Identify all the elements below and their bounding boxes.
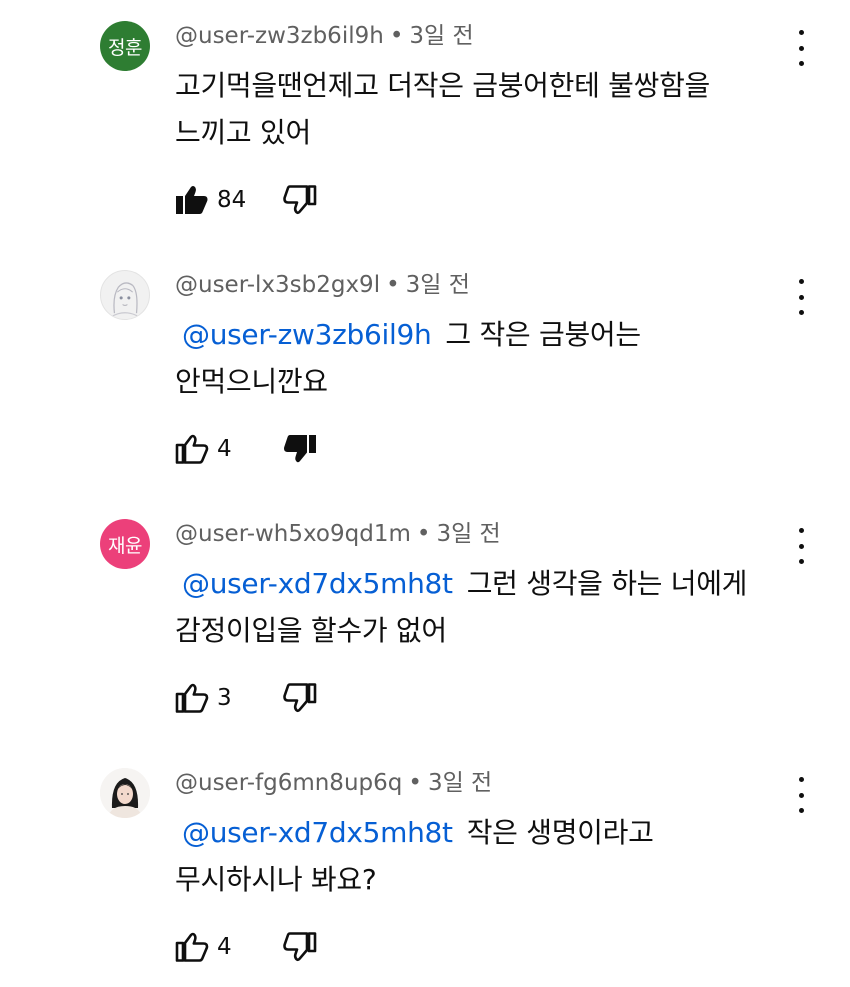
comment-line: 고기먹을땐언제고 더작은 금붕어한테 불쌍함을 bbox=[175, 69, 711, 102]
comment-line-text: 작은 생명이라고 bbox=[466, 816, 654, 849]
comment-line: 감정이입을 할수가 없어 bbox=[175, 614, 447, 647]
dislike-button[interactable] bbox=[283, 185, 317, 215]
comment-line: 안먹으니깐요 bbox=[175, 365, 328, 398]
mention-link[interactable]: @user-xd7dx5mh8t bbox=[182, 816, 453, 849]
like-button[interactable]: 4 bbox=[175, 932, 279, 962]
comment-text: 고기먹을땐언제고 더작은 금붕어한테 불쌍함을 느끼고 있어 bbox=[175, 62, 795, 156]
more-options-icon[interactable] bbox=[788, 777, 814, 813]
dislike-button[interactable] bbox=[283, 434, 317, 464]
like-button[interactable]: 84 bbox=[175, 185, 279, 215]
thumbs-down-icon bbox=[283, 932, 317, 962]
thumbs-down-filled-icon bbox=[284, 435, 316, 463]
comment-actions: 84 bbox=[175, 180, 317, 220]
comment-time[interactable]: 3일 전 bbox=[428, 770, 492, 796]
like-button[interactable]: 4 bbox=[175, 434, 279, 464]
thumbs-down-icon bbox=[283, 683, 317, 713]
comment-meta: @user-wh5xo9qd1m • 3일 전 bbox=[175, 518, 501, 550]
comment-line: @user-xd7dx5mh8t 작은 생명이라고 bbox=[175, 809, 795, 856]
thumbs-up-filled-icon bbox=[176, 186, 208, 214]
mention-link[interactable]: @user-xd7dx5mh8t bbox=[182, 567, 453, 600]
comment-actions: 3 bbox=[175, 678, 317, 718]
comment-author[interactable]: @user-wh5xo9qd1m bbox=[175, 521, 411, 547]
comment-line-text: 그 작은 금붕어는 bbox=[445, 318, 641, 351]
comment-text: @user-xd7dx5mh8t 그런 생각을 하는 너에게 감정이입을 할수가 … bbox=[175, 560, 795, 654]
comment-line-text: 그런 생각을 하는 너에게 bbox=[466, 567, 748, 600]
comment-meta: @user-zw3zb6il9h • 3일 전 bbox=[175, 20, 474, 52]
comment-line: 무시하시나 봐요? bbox=[175, 863, 377, 896]
comment-author[interactable]: @user-lx3sb2gx9l bbox=[175, 272, 380, 298]
photo-avatar-icon bbox=[100, 768, 150, 818]
comment-item: 정훈 @user-zw3zb6il9h • 3일 전 고기먹을땐언제고 더작은 금붕… bbox=[0, 0, 850, 240]
sketch-avatar-icon bbox=[110, 282, 140, 318]
more-options-icon[interactable] bbox=[788, 30, 814, 66]
comment-meta: @user-fg6mn8up6q • 3일 전 bbox=[175, 767, 492, 799]
like-count: 4 bbox=[217, 436, 232, 462]
comment-actions: 4 bbox=[175, 429, 317, 469]
comment-line: @user-xd7dx5mh8t 그런 생각을 하는 너에게 bbox=[175, 560, 795, 607]
comment-time[interactable]: 3일 전 bbox=[406, 272, 470, 298]
separator-dot: • bbox=[408, 770, 422, 796]
like-count: 84 bbox=[217, 187, 247, 213]
comment-author[interactable]: @user-zw3zb6il9h bbox=[175, 23, 384, 49]
avatar[interactable]: 정훈 bbox=[100, 21, 150, 71]
avatar[interactable] bbox=[100, 768, 150, 818]
comment-time[interactable]: 3일 전 bbox=[409, 23, 473, 49]
thumbs-up-icon bbox=[175, 434, 209, 464]
comment-item: @user-fg6mn8up6q • 3일 전 @user-xd7dx5mh8t 작은… bbox=[0, 747, 850, 987]
mention-link[interactable]: @user-zw3zb6il9h bbox=[182, 318, 432, 351]
like-button[interactable]: 3 bbox=[175, 683, 279, 713]
comment-meta: @user-lx3sb2gx9l • 3일 전 bbox=[175, 269, 470, 301]
comment-line: 느끼고 있어 bbox=[175, 116, 311, 149]
more-options-icon[interactable] bbox=[788, 279, 814, 315]
avatar-initials: 정훈 bbox=[108, 36, 142, 59]
avatar[interactable]: 재윤 bbox=[100, 519, 150, 569]
comment-time[interactable]: 3일 전 bbox=[436, 521, 500, 547]
separator-dot: • bbox=[416, 521, 431, 547]
comment-item: @user-lx3sb2gx9l • 3일 전 @user-zw3zb6il9h 그 … bbox=[0, 249, 850, 489]
dislike-button[interactable] bbox=[283, 683, 317, 713]
comment-item: 재윤 @user-wh5xo9qd1m • 3일 전 @user-xd7dx5mh8… bbox=[0, 498, 850, 738]
like-count: 4 bbox=[217, 934, 232, 960]
like-count: 3 bbox=[217, 685, 232, 711]
avatar[interactable] bbox=[100, 270, 150, 320]
thumbs-up-icon bbox=[175, 683, 209, 713]
avatar-initials: 재윤 bbox=[108, 534, 142, 557]
comment-actions: 4 bbox=[175, 927, 317, 967]
comment-text: @user-zw3zb6il9h 그 작은 금붕어는 안먹으니깐요 bbox=[175, 311, 795, 405]
comment-author[interactable]: @user-fg6mn8up6q bbox=[175, 770, 402, 796]
separator-dot: • bbox=[386, 272, 400, 298]
dislike-button[interactable] bbox=[283, 932, 317, 962]
comment-line: @user-zw3zb6il9h 그 작은 금붕어는 bbox=[175, 311, 795, 358]
separator-dot: • bbox=[389, 23, 404, 49]
thumbs-up-icon bbox=[175, 932, 209, 962]
thumbs-down-icon bbox=[283, 185, 317, 215]
more-options-icon[interactable] bbox=[788, 528, 814, 564]
comment-text: @user-xd7dx5mh8t 작은 생명이라고 무시하시나 봐요? bbox=[175, 809, 795, 903]
